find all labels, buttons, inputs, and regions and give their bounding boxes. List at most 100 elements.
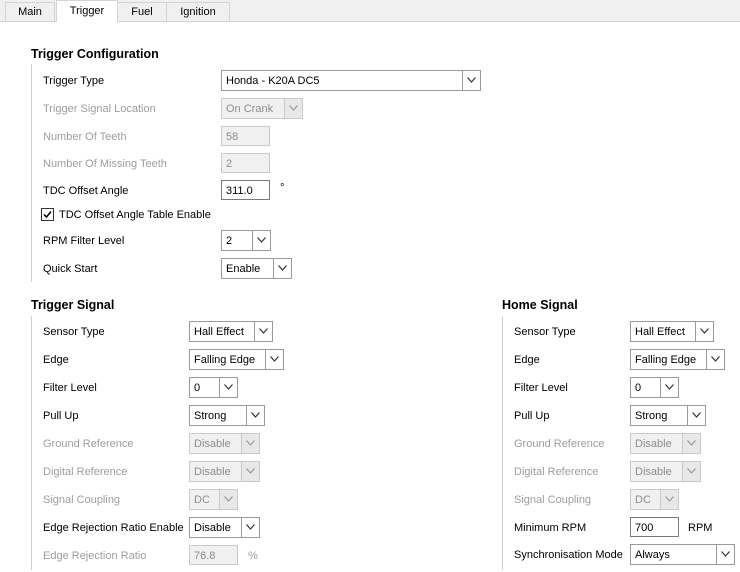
trigger-type-select[interactable]: Honda - K20A DC5 (221, 70, 481, 91)
trigger-signal-group-line (31, 316, 32, 570)
edge-rejection-ratio-enable-value: Disable (194, 522, 231, 534)
rpm-filter-level-value: 2 (226, 235, 233, 247)
chevron-down-icon (219, 378, 237, 397)
trigger-filter-level-label: Filter Level (43, 382, 97, 394)
trigger-edge-label: Edge (43, 354, 69, 366)
home-ground-reference-value: Disable (635, 438, 672, 450)
home-signal-group-line (502, 316, 503, 570)
chevron-down-icon (462, 71, 480, 90)
chevron-down-icon (241, 518, 259, 537)
trigger-pull-up-value: Strong (194, 410, 227, 422)
rpm-filter-level-label: RPM Filter Level (43, 235, 125, 247)
trigger-sensor-type-value: Hall Effect (194, 326, 244, 338)
number-of-missing-teeth-field: 2 (221, 153, 270, 173)
edge-rejection-ratio-enable-select[interactable]: Disable (189, 517, 260, 538)
home-pull-up-select[interactable]: Strong (630, 405, 706, 426)
tab-main[interactable]: Main (5, 2, 55, 21)
trigger-signal-coupling-value: DC (194, 494, 210, 506)
chevron-down-icon (219, 490, 237, 509)
trigger-pull-up-label: Pull Up (43, 410, 79, 422)
home-edge-value: Falling Edge (635, 354, 697, 366)
home-filter-level-select[interactable]: 0 (630, 377, 679, 398)
home-signal-coupling-value: DC (635, 494, 651, 506)
number-of-teeth-value: 58 (226, 131, 239, 143)
home-signal-coupling-label: Signal Coupling (514, 494, 592, 506)
synchronisation-mode-select[interactable]: Always (630, 544, 735, 565)
tdc-offset-angle-field[interactable]: 311.0 (221, 180, 270, 200)
trigger-digital-reference-select: Disable (189, 461, 260, 482)
trigger-configuration-group-line (31, 64, 32, 282)
trigger-signal-title: Trigger Signal (31, 298, 115, 312)
trigger-digital-reference-value: Disable (194, 466, 231, 478)
trigger-ground-reference-label: Ground Reference (43, 438, 134, 450)
rpm-filter-level-select[interactable]: 2 (221, 230, 271, 251)
chevron-down-icon (706, 350, 724, 369)
tdc-offset-angle-table-enable-label[interactable]: TDC Offset Angle Table Enable (59, 208, 211, 222)
chevron-down-icon (284, 99, 302, 118)
chevron-down-icon (273, 259, 291, 278)
synchronisation-mode-value: Always (635, 549, 670, 561)
edge-rejection-ratio-label: Edge Rejection Ratio (43, 550, 147, 562)
number-of-teeth-field: 58 (221, 126, 270, 146)
trigger-signal-coupling-label: Signal Coupling (43, 494, 121, 506)
edge-rejection-ratio-enable-label: Edge Rejection Ratio Enable (43, 522, 184, 534)
number-of-missing-teeth-label: Number Of Missing Teeth (43, 158, 167, 170)
trigger-signal-location-select: On Crank (221, 98, 303, 119)
chevron-down-icon (252, 231, 270, 250)
number-of-teeth-label: Number Of Teeth (43, 131, 127, 143)
minimum-rpm-unit: RPM (688, 522, 713, 534)
home-pull-up-value: Strong (635, 410, 668, 422)
home-digital-reference-select: Disable (630, 461, 701, 482)
checkmark-icon (43, 211, 52, 219)
chevron-down-icon (241, 462, 259, 481)
number-of-missing-teeth-value: 2 (226, 158, 233, 170)
trigger-edge-value: Falling Edge (194, 354, 256, 366)
chevron-down-icon (695, 322, 713, 341)
trigger-pull-up-select[interactable]: Strong (189, 405, 265, 426)
trigger-signal-location-label: Trigger Signal Location (43, 103, 156, 115)
home-signal-coupling-select: DC (630, 489, 679, 510)
home-sensor-type-select[interactable]: Hall Effect (630, 321, 714, 342)
home-ground-reference-select: Disable (630, 433, 701, 454)
chevron-down-icon (265, 350, 283, 369)
home-edge-select[interactable]: Falling Edge (630, 349, 725, 370)
minimum-rpm-value: 700 (635, 522, 654, 534)
trigger-type-value: Honda - K20A DC5 (226, 75, 320, 87)
trigger-edge-select[interactable]: Falling Edge (189, 349, 284, 370)
tdc-offset-angle-unit: ° (280, 182, 285, 194)
minimum-rpm-field[interactable]: 700 (630, 517, 679, 537)
trigger-signal-location-value: On Crank (226, 103, 274, 115)
tdc-offset-angle-value: 311.0 (226, 185, 253, 197)
trigger-digital-reference-label: Digital Reference (43, 466, 128, 478)
home-ground-reference-label: Ground Reference (514, 438, 605, 450)
tdc-offset-angle-table-enable-checkbox[interactable] (41, 208, 54, 221)
trigger-configuration-title: Trigger Configuration (31, 47, 159, 61)
synchronisation-mode-label: Synchronisation Mode (514, 549, 623, 561)
chevron-down-icon (682, 462, 700, 481)
home-sensor-type-label: Sensor Type (514, 326, 576, 338)
trigger-filter-level-select[interactable]: 0 (189, 377, 238, 398)
quick-start-select[interactable]: Enable (221, 258, 292, 279)
home-pull-up-label: Pull Up (514, 410, 550, 422)
edge-rejection-ratio-value: 76.8 (194, 550, 216, 562)
trigger-sensor-type-select[interactable]: Hall Effect (189, 321, 273, 342)
home-filter-level-label: Filter Level (514, 382, 568, 394)
tab-trigger[interactable]: Trigger (56, 0, 118, 22)
quick-start-label: Quick Start (43, 263, 98, 275)
chevron-down-icon (687, 406, 705, 425)
chevron-down-icon (241, 434, 259, 453)
trigger-ground-reference-select: Disable (189, 433, 260, 454)
trigger-signal-coupling-select: DC (189, 489, 238, 510)
tab-ignition[interactable]: Ignition (166, 2, 230, 21)
home-digital-reference-label: Digital Reference (514, 466, 599, 478)
tab-fuel[interactable]: Fuel (117, 2, 167, 21)
trigger-ground-reference-value: Disable (194, 438, 231, 450)
chevron-down-icon (682, 434, 700, 453)
quick-start-value: Enable (226, 263, 261, 275)
home-signal-title: Home Signal (502, 298, 578, 312)
home-digital-reference-value: Disable (635, 466, 672, 478)
home-filter-level-value: 0 (635, 382, 642, 394)
chevron-down-icon (246, 406, 264, 425)
trigger-filter-level-value: 0 (194, 382, 201, 394)
minimum-rpm-label: Minimum RPM (514, 522, 587, 534)
